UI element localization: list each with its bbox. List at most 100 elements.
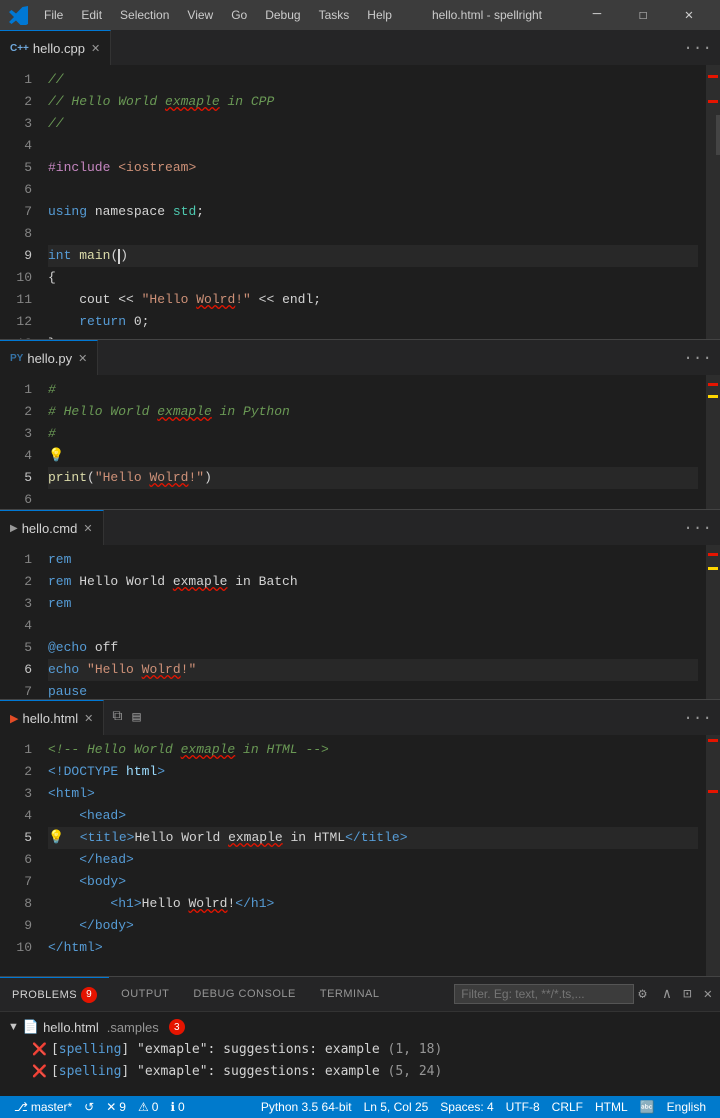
cmd-tab[interactable]: ▶ hello.cmd ✕ <box>0 510 104 545</box>
py-tab-close[interactable]: ✕ <box>78 352 87 365</box>
language-label: HTML <box>595 1100 628 1114</box>
panel-tree-file[interactable]: ▼ 📄 hello.html .samples 3 <box>8 1016 712 1038</box>
split-editor-button[interactable]: ⧉ <box>108 709 126 726</box>
panel-tab-bar: PROBLEMS 9 OUTPUT DEBUG CONSOLE TERMINAL… <box>0 977 720 1012</box>
panel-tab-problems[interactable]: PROBLEMS 9 <box>0 977 109 1012</box>
indentation[interactable]: Spaces: 4 <box>434 1096 499 1118</box>
py-tab[interactable]: PY hello.py ✕ <box>0 340 98 375</box>
py-code-content[interactable]: # # Hello World exmaple in Python # 💡 pr… <box>40 375 706 509</box>
position-label: Ln 5, Col 25 <box>364 1100 429 1114</box>
python-version[interactable]: Python 3.5 64-bit <box>255 1096 358 1118</box>
cpp-error-marker-1 <box>708 75 718 78</box>
menu-file[interactable]: File <box>36 6 71 24</box>
panel-error-1[interactable]: ❌ [spelling] "exmaple": suggestions: exa… <box>8 1038 712 1060</box>
html-line-4: <head> <box>48 805 698 827</box>
cpp-line-10: { <box>48 267 698 289</box>
html-tab-more[interactable]: ··· <box>675 709 720 727</box>
html-error-marker-2 <box>708 790 718 793</box>
panel-tab-debug-console[interactable]: DEBUG CONSOLE <box>181 977 307 1012</box>
title-bar: File Edit Selection View Go Debug Tasks … <box>0 0 720 30</box>
cmd-tab-more[interactable]: ··· <box>675 519 720 537</box>
cpp-line-9: int main() <box>48 245 698 267</box>
py-tab-more[interactable]: ··· <box>675 349 720 367</box>
menu-tasks[interactable]: Tasks <box>311 6 358 24</box>
info-count: 0 <box>178 1100 185 1114</box>
cpp-tab-more[interactable]: ··· <box>675 39 720 57</box>
html-code-content[interactable]: <!-- Hello World exmaple in HTML --> <!D… <box>40 735 706 976</box>
locale[interactable]: English <box>661 1096 712 1118</box>
cpp-tab-close[interactable]: ✕ <box>91 42 100 55</box>
menu-edit[interactable]: Edit <box>73 6 110 24</box>
spellcheck[interactable]: 🔤 <box>634 1096 661 1118</box>
cmd-tab-label: hello.cmd <box>22 521 78 536</box>
sync-button[interactable]: ↺ <box>78 1096 100 1118</box>
editor-layout-button[interactable]: ▤ <box>128 709 144 726</box>
cmd-code-area[interactable]: 1234567 rem rem Hello World exmaple in B… <box>0 545 720 699</box>
cmd-tab-icon: ▶ <box>10 523 18 534</box>
cmd-line-7: pause <box>48 681 698 699</box>
panel-filter-input[interactable] <box>454 984 634 1004</box>
cursor-position[interactable]: Ln 5, Col 25 <box>358 1096 435 1118</box>
vscode-logo <box>8 5 28 25</box>
cpp-scrollbar[interactable] <box>716 115 720 155</box>
panel-error-2[interactable]: ❌ [spelling] "exmaple": suggestions: exa… <box>8 1060 712 1082</box>
html-tab-icon: ▶ <box>10 712 18 725</box>
html-line-6: </head> <box>48 849 698 871</box>
panel-maximize-button[interactable]: ⊡ <box>679 986 695 1003</box>
menu-help[interactable]: Help <box>359 6 400 24</box>
info-count[interactable]: ℹ 0 <box>164 1096 190 1118</box>
close-button[interactable]: ✕ <box>666 0 712 30</box>
panel-content: ▼ 📄 hello.html .samples 3 ❌ [spelling] "… <box>0 1012 720 1096</box>
cmd-line-numbers: 1234567 <box>0 545 40 699</box>
errors-count[interactable]: ✕ 9 <box>100 1096 132 1118</box>
panel-close-button[interactable]: ✕ <box>700 986 716 1003</box>
cpp-tab-icon: C++ <box>10 43 29 54</box>
error-text-1: [spelling] "exmaple": suggestions: examp… <box>51 1042 442 1057</box>
cmd-line-6: echo "Hello Wolrd!" <box>48 659 698 681</box>
python-label: Python 3.5 64-bit <box>261 1100 352 1114</box>
minimize-button[interactable]: ─ <box>574 0 620 30</box>
cpp-code-content[interactable]: // // Hello World exmaple in CPP // #inc… <box>40 65 706 339</box>
panel-tab-output[interactable]: OUTPUT <box>109 977 181 1012</box>
cpp-line-3: // <box>48 113 698 135</box>
language-mode[interactable]: HTML <box>589 1096 634 1118</box>
panel-tab-terminal[interactable]: TERMINAL <box>308 977 392 1012</box>
spaces-label: Spaces: 4 <box>440 1100 493 1114</box>
py-error-marker-1 <box>708 383 718 386</box>
html-line-2: <!DOCTYPE html> <box>48 761 698 783</box>
cpp-line-12: return 0; <box>48 311 698 333</box>
cpp-code-area[interactable]: 12345 6789 10111213 // // Hello World ex… <box>0 65 720 339</box>
cpp-editor-section: C++ hello.cpp ✕ ··· 12345 6789 10111213 … <box>0 30 720 340</box>
menu-selection[interactable]: Selection <box>112 6 177 24</box>
locale-label: English <box>667 1100 706 1114</box>
cmd-code-content[interactable]: rem rem Hello World exmaple in Batch rem… <box>40 545 706 699</box>
html-code-area[interactable]: 12345 678910 <!-- Hello World exmaple in… <box>0 735 720 976</box>
py-line-4: 💡 <box>48 445 698 467</box>
cpp-tab[interactable]: C++ hello.cpp ✕ <box>0 30 111 65</box>
cpp-line-11: cout << "Hello Wolrd!" << endl; <box>48 289 698 311</box>
error-icon: ✕ <box>106 1100 116 1114</box>
html-tab[interactable]: ▶ hello.html ✕ <box>0 700 104 735</box>
encoding[interactable]: UTF-8 <box>500 1096 546 1118</box>
py-code-area[interactable]: 123456 # # Hello World exmaple in Python… <box>0 375 720 509</box>
tree-file-icon: 📄 <box>23 1019 39 1035</box>
filter-settings-icon[interactable]: ⚙ <box>638 986 646 1003</box>
editor-container: C++ hello.cpp ✕ ··· 12345 6789 10111213 … <box>0 30 720 976</box>
maximize-button[interactable]: ☐ <box>620 0 666 30</box>
panel-collapse-button[interactable]: ∧ <box>659 986 675 1003</box>
error-text-2: [spelling] "exmaple": suggestions: examp… <box>51 1064 442 1079</box>
cmd-tab-close[interactable]: ✕ <box>83 522 92 535</box>
html-tab-close[interactable]: ✕ <box>84 712 93 725</box>
line-ending[interactable]: CRLF <box>546 1096 589 1118</box>
cmd-line-4 <box>48 615 698 637</box>
html-line-3: <html> <box>48 783 698 805</box>
html-line-9: </body> <box>48 915 698 937</box>
cmd-tab-bar: ▶ hello.cmd ✕ ··· <box>0 510 720 545</box>
menu-debug[interactable]: Debug <box>257 6 308 24</box>
menu-view[interactable]: View <box>179 6 221 24</box>
menu-go[interactable]: Go <box>223 6 255 24</box>
cmd-editor-section: ▶ hello.cmd ✕ ··· 1234567 rem rem Hello … <box>0 510 720 700</box>
warnings-count[interactable]: ⚠ 0 <box>132 1096 164 1118</box>
git-branch[interactable]: ⎇ master* <box>8 1096 78 1118</box>
py-scroll-gutter <box>706 375 720 509</box>
